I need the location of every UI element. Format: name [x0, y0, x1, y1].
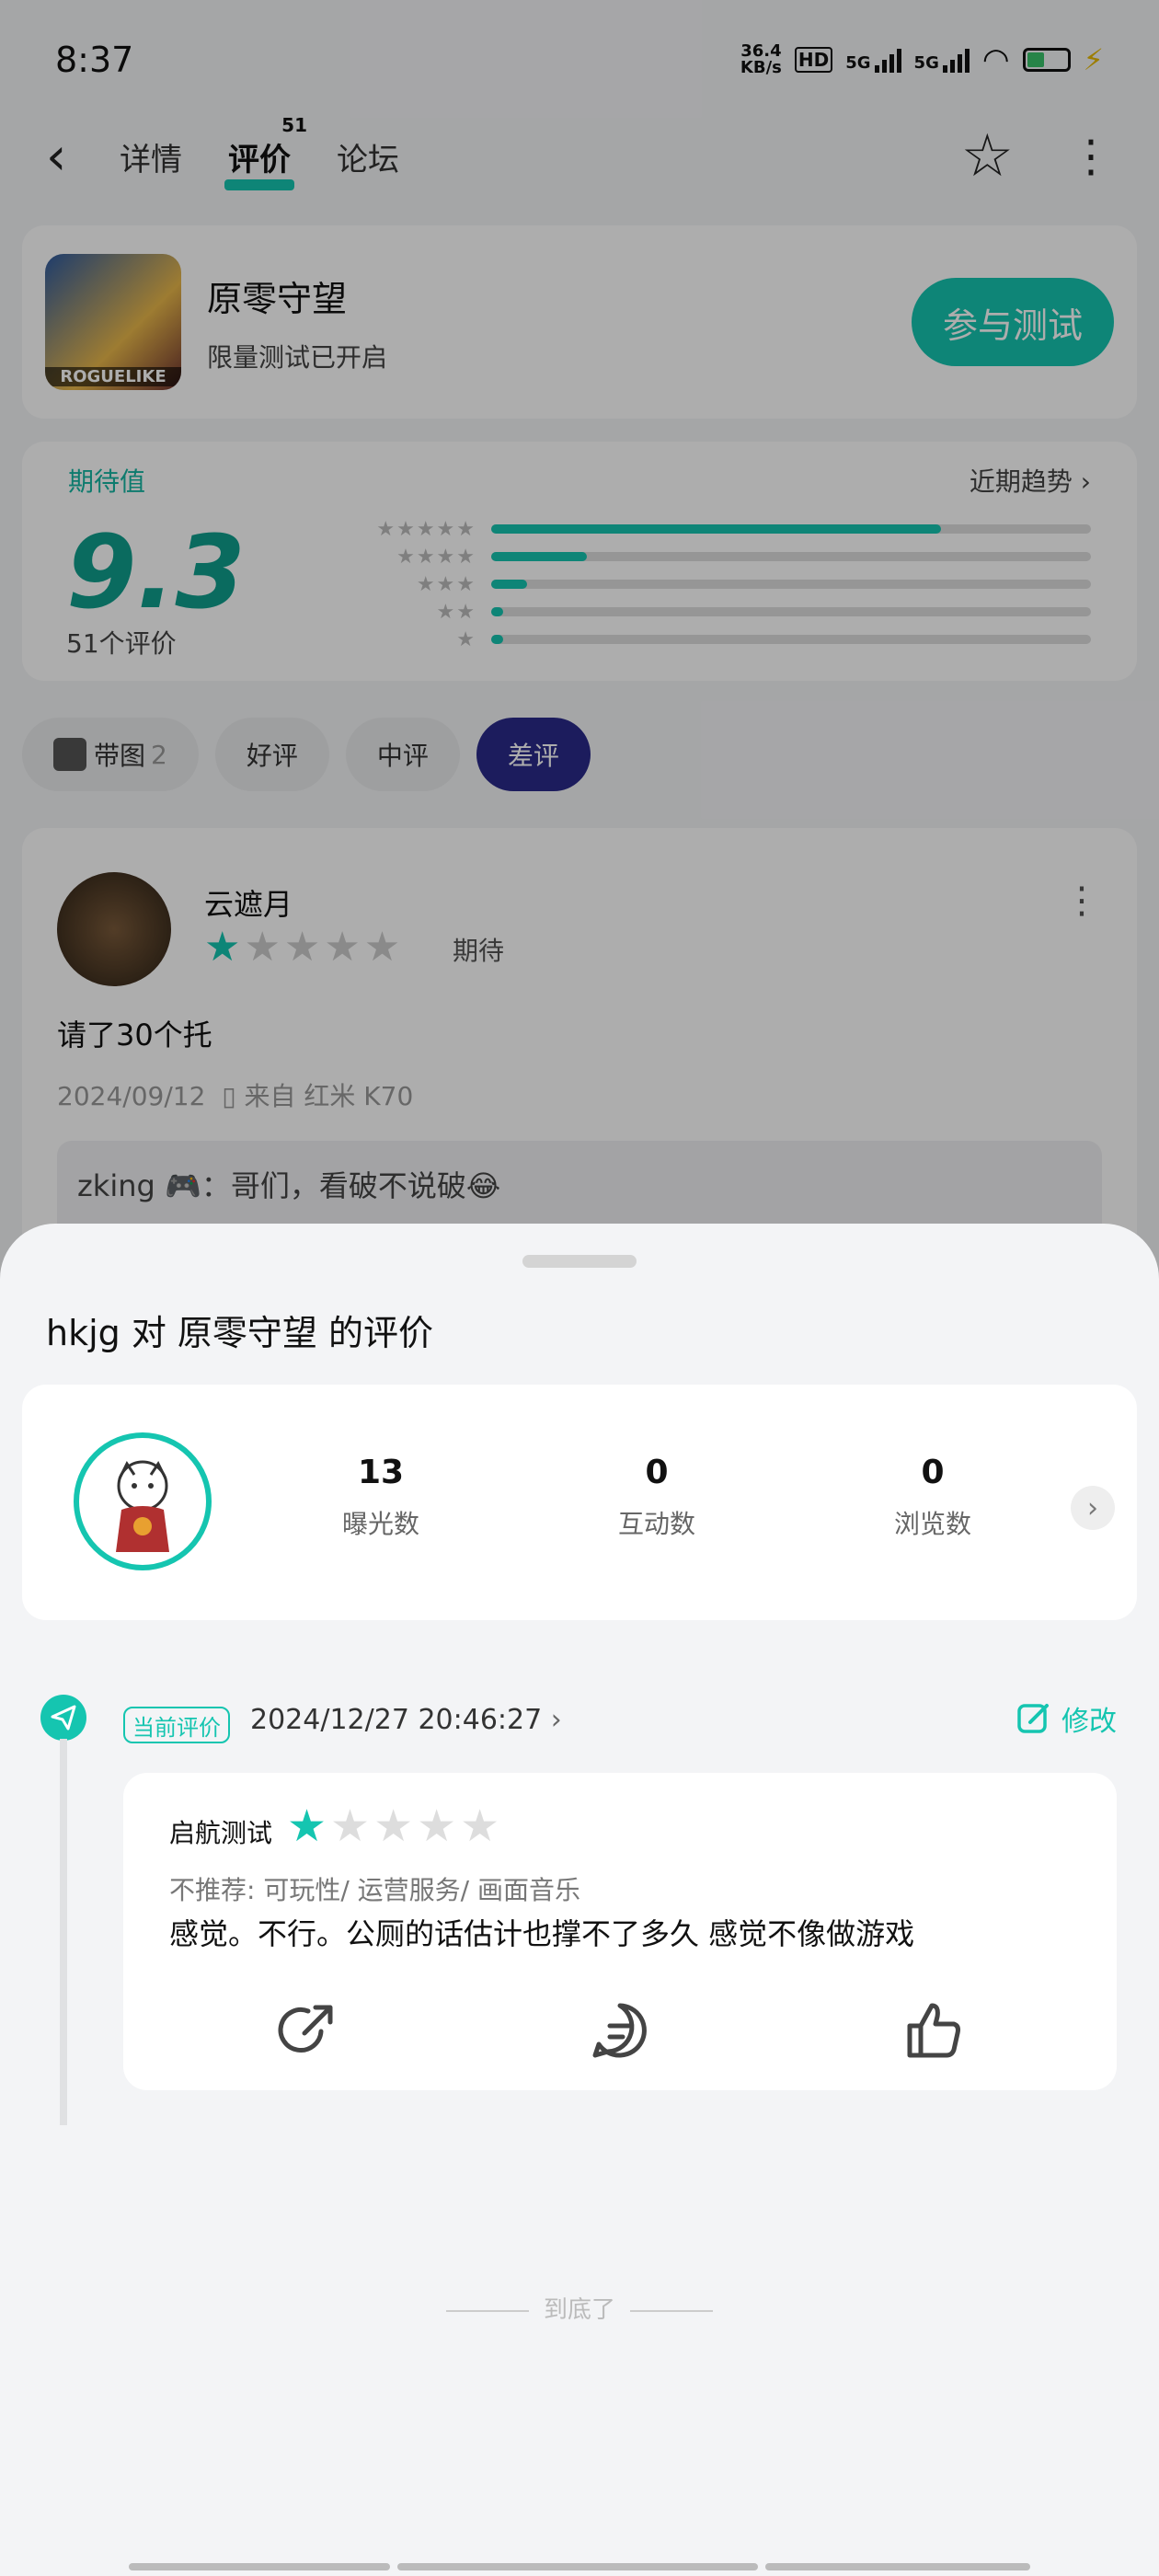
like-icon[interactable] — [896, 1994, 970, 2067]
user-avatar — [74, 1432, 212, 1570]
gesture-bar-middle — [397, 2563, 758, 2570]
stats-card[interactable]: 13 曝光数 0 互动数 0 浏览数 › — [22, 1385, 1137, 1620]
comment-icon[interactable] — [583, 1994, 657, 2067]
drag-handle[interactable] — [522, 1255, 637, 1268]
edit-button[interactable]: 修改 — [1016, 1698, 1117, 1739]
send-icon — [40, 1695, 86, 1741]
review-actions — [123, 1994, 1117, 2067]
gesture-bar-left — [129, 2563, 390, 2570]
review-category: 启航测试 — [169, 1818, 273, 1848]
my-review-stars: ★★★★★ — [287, 1800, 504, 1852]
current-review-tag: 当前评价 — [123, 1707, 230, 1743]
stat-exposure: 13 曝光数 — [341, 1454, 419, 1539]
current-review-date[interactable]: 2024/12/27 20:46:27 › — [250, 1704, 562, 1736]
end-of-list: 到底了 — [0, 2291, 1159, 2325]
stat-interactions: 0 互动数 — [617, 1454, 695, 1539]
review-tags: 不推荐: 可玩性/ 运营服务/ 画面音乐 — [169, 1875, 581, 1905]
chevron-right-icon[interactable]: › — [1071, 1486, 1115, 1530]
review-detail-sheet: hkjg 对 原零守望 的评价 13 曝光数 0 互动数 0 浏览数 › 当前评价 2… — [0, 1224, 1159, 2576]
chevron-right-icon: › — [550, 1704, 562, 1736]
sheet-title: hkjg 对 原零守望 的评价 — [46, 1313, 434, 1353]
stat-views: 0 浏览数 — [893, 1454, 971, 1539]
timeline-line — [60, 1739, 67, 2125]
edit-icon — [1017, 1704, 1049, 1733]
my-review-card[interactable]: 启航测试 ★★★★★ 不推荐: 可玩性/ 运营服务/ 画面音乐 感觉。不行。公厕… — [123, 1773, 1117, 2090]
share-icon[interactable] — [270, 1994, 344, 2067]
gesture-bar-right — [765, 2563, 1030, 2570]
my-review-text: 感觉。不行。公厕的话估计也撑不了多久 感觉不像做游戏 — [169, 1916, 915, 1951]
